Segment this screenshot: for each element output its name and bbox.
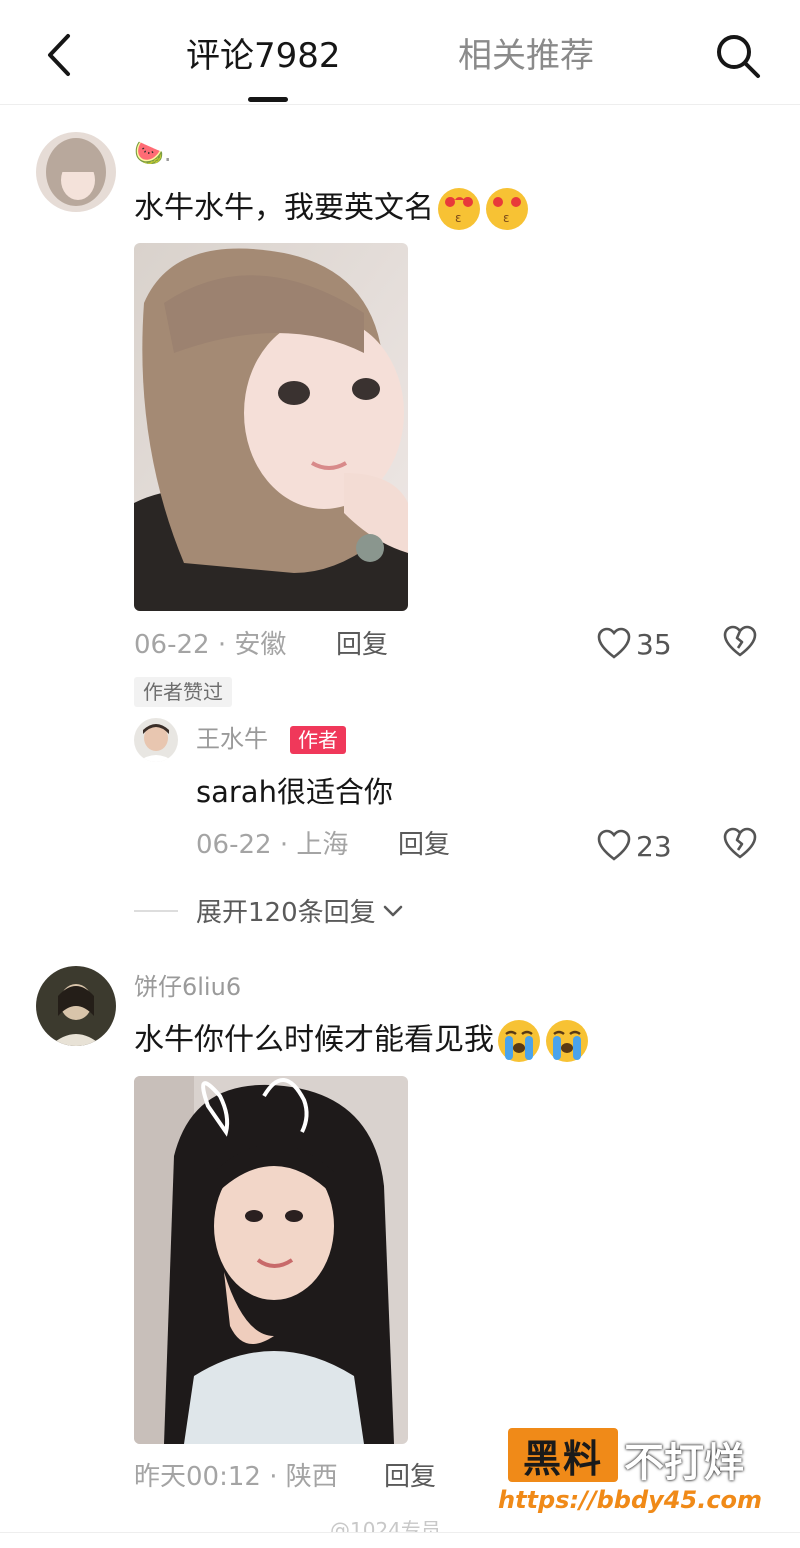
expand-replies-button[interactable]: 展开120条回复 (134, 892, 406, 929)
watermark-url: https://bbdy45.com (498, 1486, 763, 1514)
reply-date-location: 06-22 · 上海 (196, 830, 349, 860)
comment-username[interactable]: 🍉. (134, 138, 172, 168)
expand-divider (134, 909, 178, 912)
tab-comments[interactable]: 评论7982 (186, 34, 341, 78)
like-button[interactable]: 35 (596, 624, 672, 664)
like-count: 23 (636, 829, 672, 863)
active-tab-indicator (248, 97, 288, 102)
avatar[interactable] (36, 966, 116, 1046)
heart-icon (597, 627, 631, 659)
watermark-text: 不打烊 (624, 1440, 744, 1486)
back-button[interactable] (40, 30, 80, 80)
author-liked-badge: 作者赞过 (134, 677, 232, 707)
svg-text:ε: ε (503, 211, 510, 225)
heart-eyes-kiss-emoji-icon: ε (438, 188, 480, 230)
comment-text: 水牛水牛，我要英文名 ε ε (134, 186, 530, 232)
crying-emoji-icon (498, 1020, 540, 1062)
broken-heart-icon (723, 827, 757, 859)
like-count: 35 (636, 627, 672, 661)
top-bar: 评论7982 相关推荐 (0, 0, 800, 105)
reply-username[interactable]: 王水牛 (196, 724, 268, 754)
search-icon (717, 35, 760, 78)
tab-related[interactable]: 相关推荐 (458, 34, 594, 78)
comment-photo[interactable] (134, 243, 408, 611)
watermark-logo: 黑料 (508, 1428, 618, 1482)
svg-text:ε: ε (455, 211, 462, 225)
reply-button[interactable]: 回复 (384, 1460, 436, 1494)
comment-date-location: 06-22 · 安徽 (134, 630, 287, 660)
search-button[interactable] (712, 30, 764, 82)
avatar[interactable] (36, 132, 116, 212)
reply-button[interactable]: 回复 (336, 628, 388, 662)
reply-button[interactable]: 回复 (398, 828, 450, 862)
heart-icon (597, 829, 631, 861)
comment-date-location: 昨天00:12 · 陕西 (134, 1462, 338, 1492)
chevron-down-icon (383, 905, 402, 916)
heart-eyes-kiss-emoji-icon: ε (486, 188, 528, 230)
broken-heart-icon (723, 625, 757, 657)
reply-text: sarah很适合你 (196, 775, 393, 809)
bottom-bar (0, 1532, 800, 1548)
dislike-button[interactable] (722, 624, 762, 664)
crying-emoji-icon (546, 1020, 588, 1062)
expand-replies-label: 展开120条回复 (196, 898, 376, 928)
dislike-button[interactable] (722, 826, 762, 866)
reply-avatar[interactable] (134, 718, 178, 762)
comment-text-content: 水牛你什么时候才能看见我 (134, 1022, 494, 1058)
comment-photo[interactable] (134, 1076, 408, 1444)
comment-text-content: 水牛水牛，我要英文名 (134, 190, 434, 226)
author-badge: 作者 (290, 726, 346, 754)
comment-username[interactable]: 饼仔6liu6 (134, 972, 241, 1002)
like-button[interactable]: 23 (596, 826, 672, 866)
comment-text: 水牛你什么时候才能看见我 (134, 1018, 590, 1064)
watermark-logo-text: 黑料 (522, 1436, 603, 1481)
chevron-left-icon (48, 34, 70, 76)
